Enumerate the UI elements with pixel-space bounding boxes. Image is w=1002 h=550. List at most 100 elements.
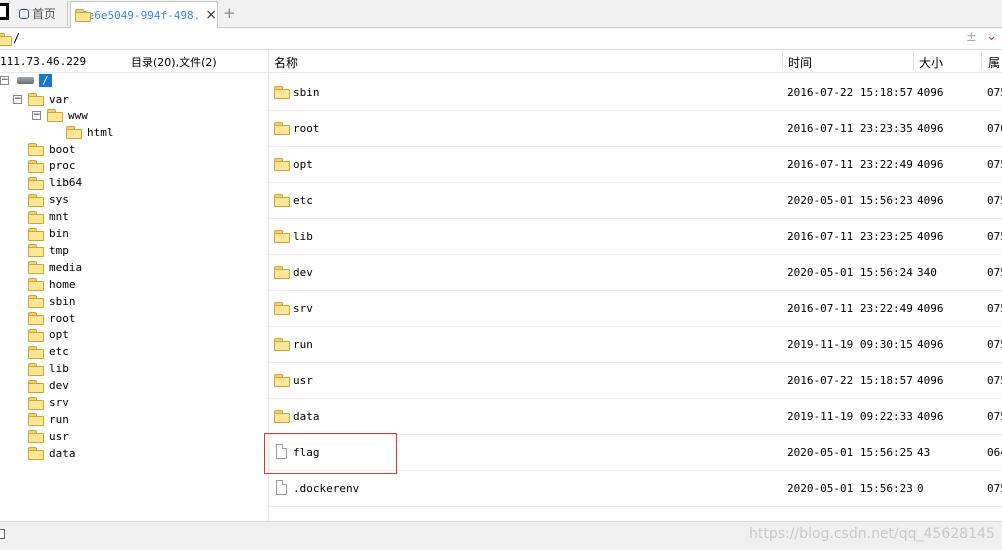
folder-icon bbox=[28, 227, 44, 241]
tree-node-item[interactable]: home bbox=[28, 276, 76, 292]
tree-label: root bbox=[49, 311, 76, 325]
tree-node-item[interactable]: etc bbox=[28, 344, 69, 360]
file-name: srv bbox=[293, 302, 313, 315]
folder-icon bbox=[28, 278, 44, 292]
file-time: 2019-11-19 09:30:15 bbox=[787, 338, 913, 351]
tree-node-html[interactable]: html bbox=[66, 124, 114, 140]
tree-node-item[interactable]: bin bbox=[28, 226, 69, 242]
file-row[interactable]: srv 2016-07-11 23:22:49 4096 075 bbox=[269, 291, 1002, 327]
tree-node-item[interactable]: tmp bbox=[28, 242, 69, 258]
file-row[interactable]: root 2016-07-11 23:23:35 4096 070 bbox=[269, 111, 1002, 147]
collapse-icon[interactable]: − bbox=[0, 75, 9, 85]
file-perm: 070 bbox=[987, 122, 1002, 135]
file-row[interactable]: data 2019-11-19 09:22:33 4096 075 bbox=[269, 399, 1002, 435]
folder-icon bbox=[28, 93, 44, 106]
tree-node-item[interactable]: mnt bbox=[28, 209, 69, 225]
tree-label-var: var bbox=[49, 92, 69, 106]
file-time: 2020-05-01 15:56:23 bbox=[787, 194, 913, 207]
folder-icon bbox=[274, 122, 290, 135]
home-icon bbox=[19, 8, 29, 19]
folder-icon bbox=[28, 295, 44, 309]
column-size[interactable]: 大小 bbox=[919, 54, 943, 71]
tree-node-item[interactable]: media bbox=[28, 259, 82, 275]
file-size: 4096 bbox=[917, 194, 944, 207]
file-row[interactable]: sbin 2016-07-22 15:18:57 4096 075 bbox=[269, 75, 1002, 111]
tree-node-item[interactable]: sys bbox=[28, 192, 69, 208]
file-row[interactable]: run 2019-11-19 09:30:15 4096 075 bbox=[269, 327, 1002, 363]
folder-icon bbox=[274, 266, 290, 279]
tree-node-item[interactable]: usr bbox=[28, 428, 69, 444]
tree-node-item[interactable]: lib bbox=[28, 361, 69, 377]
tree-label: bin bbox=[49, 227, 69, 240]
tree-node-item[interactable]: dev bbox=[28, 378, 69, 394]
tree-label: data bbox=[49, 446, 76, 460]
file-row[interactable]: opt 2016-07-11 23:22:49 4096 075 bbox=[269, 147, 1002, 183]
file-size: 4096 bbox=[917, 158, 944, 171]
file-row[interactable]: etc 2020-05-01 15:56:23 4096 075 bbox=[269, 183, 1002, 219]
file-name: root bbox=[293, 122, 320, 135]
file-perm: 075 bbox=[987, 302, 1002, 315]
file-row[interactable]: .dockerenv 2020-05-01 15:56:23 0 075 bbox=[269, 471, 1002, 507]
path-input[interactable]: / bbox=[13, 31, 20, 45]
column-name[interactable]: 名称 bbox=[274, 54, 298, 71]
collapse-icon[interactable]: − bbox=[32, 110, 41, 120]
file-icon bbox=[276, 480, 287, 495]
tree-node-item[interactable]: data bbox=[28, 445, 76, 461]
folder-icon bbox=[28, 143, 44, 156]
folder-icon bbox=[28, 176, 44, 190]
folder-icon bbox=[66, 126, 82, 139]
file-size: 4096 bbox=[917, 302, 944, 315]
column-time[interactable]: 时间 bbox=[788, 54, 812, 71]
folder-icon bbox=[0, 33, 12, 46]
collapse-icon[interactable]: − bbox=[13, 94, 22, 104]
folder-icon bbox=[274, 374, 290, 387]
tree-label: tmp bbox=[49, 243, 69, 257]
file-time: 2020-05-01 15:56:23 bbox=[787, 482, 913, 495]
tree-label: lib bbox=[49, 362, 69, 376]
chevron-down-icon[interactable]: ⌄ bbox=[986, 29, 997, 44]
file-name: usr bbox=[293, 374, 313, 387]
file-perm: 075 bbox=[987, 86, 1002, 99]
plus-minus-icon[interactable]: ± bbox=[966, 30, 977, 45]
folder-icon bbox=[274, 302, 290, 315]
item-counts: 目录(20),文件(2) bbox=[131, 56, 217, 69]
column-divider[interactable] bbox=[913, 52, 914, 70]
file-row[interactable]: dev 2020-05-01 15:56:24 340 075 bbox=[269, 255, 1002, 291]
tree-node-item[interactable]: srv bbox=[28, 395, 69, 411]
tree-node-item[interactable]: root bbox=[28, 310, 76, 326]
file-perm: 075 bbox=[987, 266, 1002, 279]
tab-home[interactable]: 首页 bbox=[15, 1, 68, 26]
tree-label: media bbox=[49, 260, 83, 274]
file-time: 2016-07-11 23:23:35 bbox=[787, 122, 913, 135]
path-bar: / ± ⌄ bbox=[0, 28, 1002, 50]
tree-node-item[interactable]: lib64 bbox=[28, 175, 82, 191]
close-icon[interactable]: × bbox=[205, 7, 217, 23]
tree-node-item[interactable]: sbin bbox=[28, 293, 76, 309]
tree-node-www[interactable]: − www bbox=[32, 107, 88, 123]
file-perm: 075 bbox=[987, 410, 1002, 423]
tree-label: dev bbox=[49, 379, 69, 393]
watermark: https://blog.csdn.net/qq_45628145 bbox=[749, 526, 995, 542]
column-perm[interactable]: 属 bbox=[988, 54, 1000, 71]
tree-node-item[interactable]: run bbox=[28, 411, 69, 427]
tree-node-item[interactable]: opt bbox=[28, 327, 69, 343]
tree-node-root[interactable]: − / bbox=[0, 72, 52, 88]
tree-label: proc bbox=[49, 159, 76, 173]
tree-label: etc bbox=[49, 345, 69, 359]
status-bar: https://blog.csdn.net/qq_45628145 bbox=[0, 521, 1002, 550]
file-time: 2020-05-01 15:56:24 bbox=[787, 266, 913, 279]
tree-label: boot bbox=[49, 142, 76, 156]
add-tab-icon[interactable]: + bbox=[223, 4, 236, 22]
tree-node-var[interactable]: − var bbox=[13, 91, 69, 107]
tab-active[interactable]: 6e6e5049-994f-498. × bbox=[70, 1, 218, 28]
disk-icon bbox=[17, 76, 34, 84]
file-row[interactable]: lib 2016-07-11 23:23:25 4096 075 bbox=[269, 219, 1002, 255]
column-divider[interactable] bbox=[981, 52, 982, 70]
tree-node-item[interactable]: proc bbox=[28, 158, 76, 174]
tree-node-item[interactable]: boot bbox=[28, 141, 76, 157]
file-row[interactable]: usr 2016-07-22 15:18:57 4096 075 bbox=[269, 363, 1002, 399]
tree-label-html: html bbox=[87, 125, 114, 139]
column-divider[interactable] bbox=[782, 52, 783, 70]
file-name: .dockerenv bbox=[293, 482, 360, 495]
tree-label: sbin bbox=[49, 294, 76, 308]
